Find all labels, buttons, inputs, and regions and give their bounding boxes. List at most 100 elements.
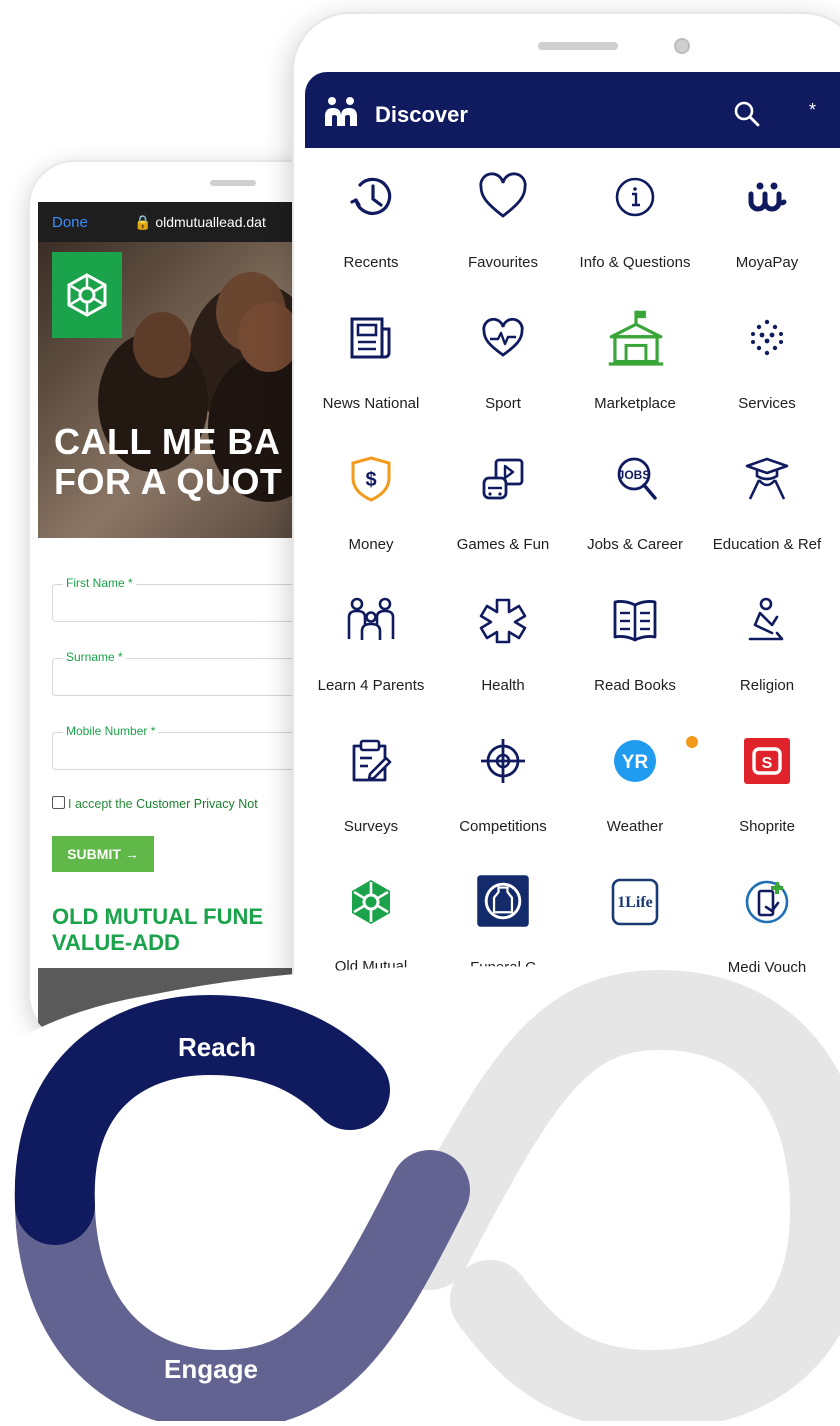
tile-money[interactable]: $ Money bbox=[305, 430, 437, 571]
tile-label: Religion bbox=[739, 677, 795, 694]
tile-label: Recents bbox=[343, 254, 399, 271]
first-name-label: First Name * bbox=[63, 576, 136, 590]
praying-icon bbox=[748, 597, 784, 641]
hero-face bbox=[238, 302, 300, 372]
old-mutual-logo bbox=[52, 252, 122, 338]
medical-cross-icon bbox=[479, 598, 527, 644]
funeral-cover-icon bbox=[477, 875, 529, 927]
tile-label: Games & Fun bbox=[456, 536, 550, 553]
tile-weather[interactable]: YR Weather bbox=[569, 712, 701, 853]
1life-icon: 1Life bbox=[611, 878, 659, 926]
tile-marketplace[interactable]: Marketplace bbox=[569, 289, 701, 430]
svg-text:JOBS: JOBS bbox=[618, 468, 651, 482]
moyapay-icon bbox=[748, 182, 787, 212]
tile-label: Read Books bbox=[594, 677, 676, 694]
tile-label: News National bbox=[322, 395, 420, 412]
engage-label: Engage bbox=[164, 1354, 258, 1384]
tile-label: MoyaPay bbox=[735, 254, 799, 271]
heart-icon bbox=[479, 172, 527, 218]
hero-title: CALL ME BA FOR A QUOT bbox=[54, 422, 282, 502]
tile-label: Surveys bbox=[343, 818, 399, 835]
tile-label: Shoprite bbox=[739, 818, 795, 835]
consent-text: I accept the bbox=[68, 797, 137, 811]
discover-grid: Recents Favourites Info & Questions Moya… bbox=[305, 148, 840, 998]
tile-education-ref[interactable]: Education & Ref bbox=[701, 430, 833, 571]
tile-learn-4-parents[interactable]: Learn 4 Parents bbox=[305, 571, 437, 712]
tile-label: Education & Ref bbox=[712, 536, 822, 553]
market-building-icon bbox=[608, 310, 664, 366]
privacy-notice-link[interactable]: Customer Privacy Not bbox=[136, 797, 258, 811]
tile-label: Favourites bbox=[467, 254, 539, 271]
app-header: Discover * bbox=[305, 72, 840, 148]
tile-read-books[interactable]: Read Books bbox=[569, 571, 701, 712]
tile-competitions[interactable]: Competitions bbox=[437, 712, 569, 853]
tile-favourites[interactable]: Favourites bbox=[437, 148, 569, 289]
reach-label: Reach bbox=[178, 1032, 257, 1062]
tile-info-questions[interactable]: Info & Questions bbox=[569, 148, 701, 289]
notification-dot bbox=[686, 736, 698, 748]
hero-title-line1: CALL ME BA bbox=[54, 421, 281, 462]
open-book-icon bbox=[613, 600, 657, 642]
shoprite-icon: S bbox=[744, 738, 790, 784]
newspaper-icon bbox=[350, 317, 391, 359]
dots-cluster-icon bbox=[751, 319, 783, 356]
tile-label: Competitions bbox=[459, 818, 547, 835]
front-phone: Discover * Recents Favourites Info & Que… bbox=[292, 12, 840, 1112]
info-icon bbox=[615, 177, 655, 217]
weather-yr-icon: YR bbox=[614, 740, 656, 782]
search-icon[interactable] bbox=[733, 100, 761, 128]
section-title: OLD MUTUAL FUNE VALUE-ADD bbox=[52, 904, 263, 956]
jobs-search-icon: JOBS bbox=[617, 457, 657, 500]
target-icon bbox=[481, 739, 525, 783]
reach-engage-infinity: Reach Engage bbox=[0, 950, 840, 1426]
weather-logo-text: YR bbox=[622, 752, 649, 773]
game-controller-icon bbox=[482, 458, 524, 500]
tile-religion[interactable]: Religion bbox=[701, 571, 833, 712]
front-camera bbox=[674, 38, 690, 54]
tile-label: Jobs & Career bbox=[587, 536, 683, 553]
tile-moyapay[interactable]: MoyaPay bbox=[701, 148, 833, 289]
hero-title-line2: FOR A QUOT bbox=[54, 461, 283, 502]
tile-label: Learn 4 Parents bbox=[317, 677, 425, 694]
tile-label: Health bbox=[481, 677, 525, 694]
tile-games-fun[interactable]: Games & Fun bbox=[437, 430, 569, 571]
tile-surveys[interactable]: Surveys bbox=[305, 712, 437, 853]
mobile-number-label: Mobile Number * bbox=[63, 724, 159, 738]
done-button[interactable]: Done bbox=[52, 214, 88, 231]
tile-news-national[interactable]: News National bbox=[305, 289, 437, 430]
graduation-icon bbox=[745, 457, 789, 500]
medi-voucher-icon bbox=[745, 880, 789, 924]
privacy-consent[interactable]: I accept the Customer Privacy Not bbox=[52, 796, 258, 811]
clock-history-icon bbox=[350, 177, 392, 215]
tile-shoprite[interactable]: S Shoprite bbox=[701, 712, 833, 853]
section-title-line1: OLD MUTUAL FUNE bbox=[52, 904, 264, 929]
clipboard-edit-icon bbox=[352, 739, 392, 782]
tile-label: Money bbox=[348, 536, 394, 553]
tile-jobs-career[interactable]: JOBS Jobs & Career bbox=[569, 430, 701, 571]
svg-text:S: S bbox=[762, 755, 773, 772]
family-icon bbox=[347, 597, 395, 640]
heartbeat-icon bbox=[482, 317, 524, 357]
tile-health[interactable]: Health bbox=[437, 571, 569, 712]
tile-label: Marketplace bbox=[594, 395, 676, 412]
1life-logo-text: 1Life bbox=[617, 894, 653, 911]
tile-label: Services bbox=[738, 395, 796, 412]
money-shield-icon: $ bbox=[351, 456, 391, 502]
submit-button[interactable]: SUBMIT → bbox=[52, 836, 154, 872]
consent-checkbox[interactable] bbox=[52, 796, 65, 809]
svg-text:$: $ bbox=[365, 469, 376, 491]
tile-sport[interactable]: Sport bbox=[437, 289, 569, 430]
moya-logo-icon bbox=[325, 97, 357, 126]
infinity-loop-graphic bbox=[0, 966, 840, 1426]
url-field[interactable]: 🔒 oldmutuallead.dat bbox=[134, 214, 266, 231]
front-phone-speaker bbox=[538, 42, 618, 50]
tile-services[interactable]: Services bbox=[701, 289, 833, 430]
old-mutual-icon bbox=[352, 880, 390, 924]
back-phone-speaker bbox=[210, 180, 256, 186]
tile-recents[interactable]: Recents bbox=[305, 148, 437, 289]
surname-label: Surname * bbox=[63, 650, 126, 664]
hero-face bbox=[133, 312, 191, 378]
more-menu-button[interactable]: * bbox=[809, 100, 816, 121]
tile-label: Sport bbox=[485, 395, 521, 412]
tile-label: Info & Questions bbox=[579, 254, 691, 271]
